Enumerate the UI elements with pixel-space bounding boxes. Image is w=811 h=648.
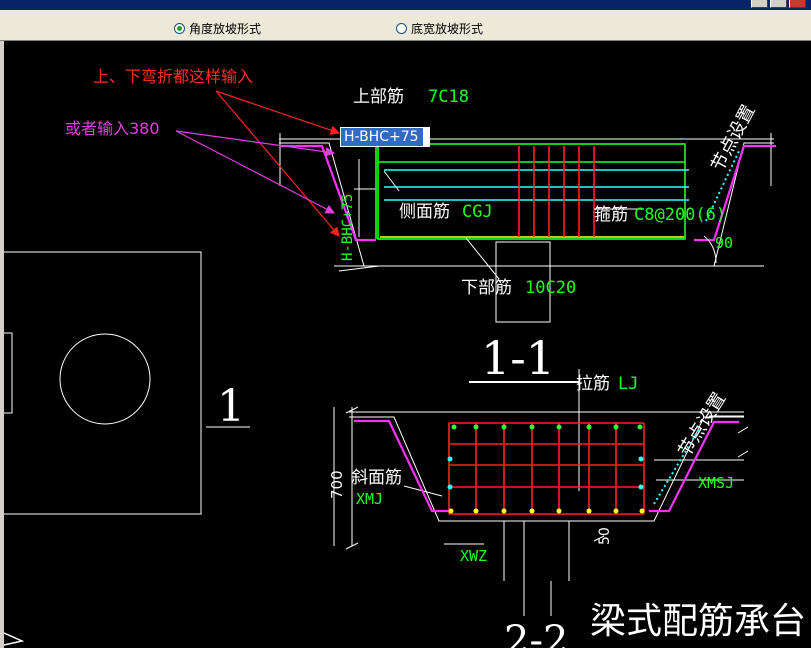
section-1-title: 1-1 (481, 331, 556, 385)
slope-mode-bar: 角度放坡形式 底宽放坡形式 (0, 10, 811, 41)
tie-bar-value[interactable]: LJ (618, 376, 638, 393)
section-2-bottom-dots (448, 508, 645, 514)
stirrup-value[interactable]: C8@200(6) (634, 207, 726, 224)
radio-unchecked-icon (396, 22, 407, 34)
close-icon[interactable] (789, 0, 806, 8)
left-view-label: 1 (217, 381, 245, 432)
maximize-icon[interactable] (770, 0, 787, 8)
bottom-rebar-value[interactable]: 10C20 (525, 280, 576, 297)
slope-rebar-value[interactable]: XMJ (356, 492, 383, 507)
slope-angle-value[interactable]: 90 (715, 236, 733, 251)
red-annotation: 上、下弯折都这样输入 (93, 67, 254, 86)
width-slope-radio[interactable]: 底宽放坡形式 (396, 21, 484, 36)
canvas-bottom-left-mark (4, 632, 25, 646)
angle-slope-radio[interactable]: 角度放坡形式 (174, 21, 262, 36)
input-caret (424, 127, 430, 147)
section-2-side-dots (447, 456, 644, 490)
drawing-canvas: 上、下弯折都这样输入 或者输入380 上部筋 7C18 H-BHC+75 H-B… (4, 41, 811, 648)
top-rebar-value[interactable]: 7C18 (428, 89, 469, 106)
magenta-annotation: 或者输入380 (65, 119, 160, 138)
xmsj-value[interactable]: XMSJ (698, 476, 734, 491)
side-rebar-value[interactable]: CGJ (462, 204, 493, 221)
minimize-icon[interactable] (751, 0, 768, 8)
vertical-bend-text: H-BHC+75 (340, 193, 356, 261)
angle-slope-label: 角度放坡形式 (189, 21, 262, 36)
xwz-value[interactable]: XWZ (460, 549, 487, 564)
red-arrows (215, 90, 341, 237)
top-rebar-label: 上部筋 (353, 87, 404, 107)
width-slope-label: 底宽放坡形式 (411, 21, 484, 36)
radio-checked-icon (174, 22, 185, 34)
title-bar (0, 0, 811, 10)
section-2-title: 2-2 (504, 618, 569, 648)
bend-input-field[interactable]: H-BHC+75 (340, 127, 424, 147)
section-1-stirrups (518, 146, 595, 237)
stirrup-label: 箍筋 (594, 205, 628, 225)
dimension-50: 50 (597, 527, 613, 545)
left-plan-view (4, 251, 250, 515)
dimension-700: 700 (328, 470, 346, 499)
section-2-outline (333, 369, 744, 616)
slope-rebar-label: 斜面筋 (351, 468, 402, 488)
bottom-rebar-label: 下部筋 (461, 278, 512, 298)
footer-title: 梁式配筋承台 (587, 604, 807, 640)
tie-bar-label: 拉筋 (576, 374, 610, 394)
section-2-grid (448, 422, 645, 515)
side-rebar-label: 侧面筋 (399, 202, 450, 222)
section-2-bar-dots (451, 424, 643, 430)
section-2-ladder (354, 419, 739, 513)
section-1-cyan-bars (384, 169, 689, 201)
